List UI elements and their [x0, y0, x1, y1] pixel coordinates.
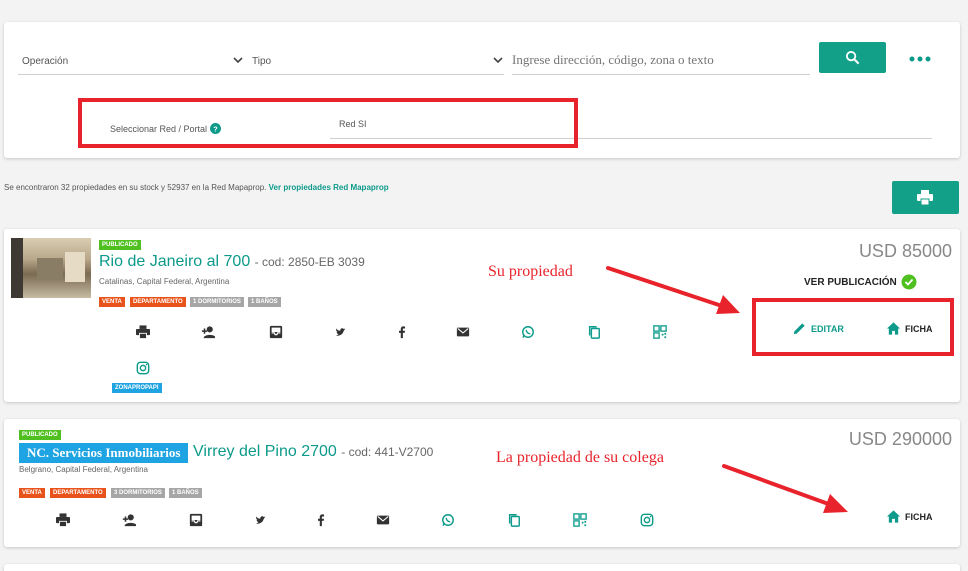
portal-tag: ZONAPROPAPI [112, 383, 162, 393]
search-input[interactable] [512, 48, 810, 72]
listing-price: USD 290000 [848, 429, 952, 449]
tag-tipo: DEPARTAMENTO [50, 488, 106, 498]
listing-location: Belgrano, Capital Federal, Argentina [19, 465, 148, 474]
home-icon [886, 509, 901, 524]
qr-code-icon[interactable] [653, 325, 667, 339]
tag-operacion: VENTA [19, 488, 45, 498]
listing-code: - cod: 441-V2700 [341, 445, 434, 459]
inbox-icon[interactable] [269, 325, 283, 339]
tipo-select[interactable]: Tipo [252, 56, 504, 72]
tag-dormitorios: 1 DORMITORIOS [190, 297, 244, 307]
ver-publicacion-link[interactable]: VER PUBLICACIÓN [804, 274, 917, 290]
ver-red-link[interactable]: Ver propiedades Red Mapaprop [269, 183, 389, 192]
inbox-icon[interactable] [189, 513, 203, 527]
tag-banos: 1 BAÑOS [169, 488, 202, 498]
operacion-select[interactable]: Operación [22, 56, 244, 72]
print-button[interactable] [892, 181, 959, 214]
annotation-propiedad-colega: La propiedad de su colega [496, 449, 664, 466]
results-summary: Se encontraron 32 propiedades en su stoc… [4, 183, 389, 192]
highlight-box-red-portal [78, 98, 578, 148]
listing-price: USD 85000 [858, 241, 952, 261]
tag-operacion: VENTA [99, 297, 125, 307]
instagram-icon[interactable] [136, 361, 150, 375]
listing-title[interactable]: Virrey del Pino 2700 - cod: 441-V2700 [193, 443, 433, 461]
chevron-down-icon [492, 54, 504, 66]
whatsapp-icon[interactable] [521, 325, 535, 339]
copy-icon[interactable] [507, 513, 521, 527]
print-icon[interactable] [136, 325, 150, 339]
facebook-icon[interactable] [314, 513, 328, 527]
status-badge: PUBLICADO [19, 430, 61, 440]
add-contact-icon[interactable] [122, 513, 136, 527]
search-icon [845, 50, 860, 65]
twitter-icon[interactable] [334, 325, 348, 339]
instagram-icon[interactable] [640, 513, 654, 527]
add-contact-icon[interactable] [201, 325, 215, 339]
operacion-label: Operación [22, 56, 69, 67]
mail-icon[interactable] [376, 513, 390, 527]
print-icon[interactable] [56, 513, 70, 527]
tag-tipo: DEPARTAMENTO [130, 297, 186, 307]
status-badge: PUBLICADO [99, 240, 141, 250]
ficha-button[interactable]: FICHA [886, 509, 933, 524]
mail-icon[interactable] [456, 325, 470, 339]
listing-location: Catalinas, Capital Federal, Argentina [99, 277, 230, 286]
whatsapp-icon[interactable] [441, 513, 455, 527]
chevron-down-icon [232, 54, 244, 66]
tag-dormitorios: 3 DORMITORIOS [111, 488, 165, 498]
more-options-icon[interactable] [909, 56, 931, 62]
listing-card [4, 564, 960, 571]
listing-title[interactable]: Rio de Janeiro al 700 - cod: 2850-EB 303… [99, 253, 365, 271]
annotation-arrow-icon [606, 266, 740, 314]
annotation-arrow-icon [722, 464, 848, 513]
copy-icon[interactable] [587, 325, 601, 339]
tipo-label: Tipo [252, 56, 272, 67]
highlight-box-actions [752, 298, 954, 356]
qr-code-icon[interactable] [573, 513, 587, 527]
printer-icon [917, 190, 933, 205]
twitter-icon[interactable] [254, 513, 268, 527]
tag-banos: 1 BAÑOS [248, 297, 281, 307]
facebook-icon[interactable] [395, 325, 409, 339]
listing-code: - cod: 2850-EB 3039 [254, 255, 365, 269]
agency-badge[interactable]: NC. Servicios Inmobiliarios [19, 443, 189, 463]
annotation-su-propiedad: Su propiedad [488, 263, 573, 280]
search-button[interactable] [819, 42, 886, 73]
verified-check-icon [901, 274, 917, 290]
property-photo[interactable] [11, 238, 91, 298]
